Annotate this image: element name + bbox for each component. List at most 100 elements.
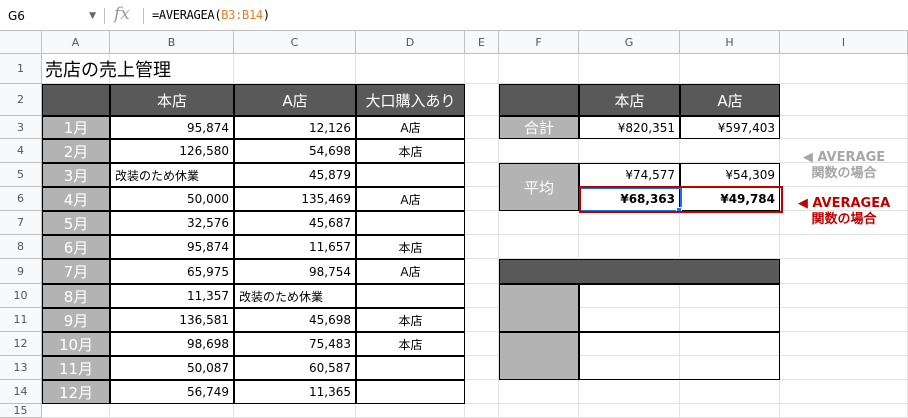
grid-cell[interactable]: [234, 404, 356, 418]
total-a-cell[interactable]: ¥597,403: [680, 116, 780, 139]
grid-cell[interactable]: [579, 380, 680, 404]
column-header-g[interactable]: G: [579, 31, 680, 54]
summary-header[interactable]: 本店: [579, 84, 680, 116]
row-header-11[interactable]: 11: [0, 308, 42, 332]
grid-cell[interactable]: [465, 284, 499, 308]
month-label[interactable]: 10月: [42, 332, 110, 356]
table-cell[interactable]: 11,365: [234, 380, 356, 404]
chevron-down-icon[interactable]: ▼: [89, 5, 96, 27]
month-label[interactable]: 7月: [42, 259, 110, 284]
summary-header[interactable]: A店: [680, 84, 780, 116]
grid-cell[interactable]: [465, 380, 499, 404]
row-header-10[interactable]: 10: [0, 284, 42, 308]
grid-cell[interactable]: [780, 84, 908, 116]
table-cell[interactable]: 本店: [356, 332, 465, 356]
grid-cell[interactable]: [465, 356, 499, 380]
lower-table-cell[interactable]: [579, 332, 780, 380]
grid-cell[interactable]: [465, 187, 499, 211]
grid-cell[interactable]: [579, 54, 680, 84]
table-cell[interactable]: 11,657: [234, 235, 356, 259]
month-label[interactable]: 8月: [42, 284, 110, 308]
table-cell[interactable]: 12,126: [234, 116, 356, 139]
table-cell[interactable]: 改装のため休業: [234, 284, 356, 308]
grid-cell[interactable]: [42, 404, 110, 418]
grid-cell[interactable]: [110, 404, 234, 418]
grid-cell[interactable]: [780, 116, 908, 139]
grid-cell[interactable]: [780, 308, 908, 332]
table-cell[interactable]: 本店: [356, 308, 465, 332]
column-header-a[interactable]: A: [42, 31, 110, 54]
month-label[interactable]: 6月: [42, 235, 110, 259]
formula-input[interactable]: =AVERAGEA(B3:B14): [152, 8, 270, 22]
grid-cell[interactable]: [780, 284, 908, 308]
month-label[interactable]: 11月: [42, 356, 110, 380]
table-cell[interactable]: 50,000: [110, 187, 234, 211]
row-header-3[interactable]: 3: [0, 116, 42, 139]
table-header-corner[interactable]: [42, 84, 110, 116]
grid-cell[interactable]: [680, 139, 780, 163]
average-main-cell[interactable]: ¥74,577: [579, 163, 680, 187]
grid-cell[interactable]: [680, 235, 780, 259]
table-cell[interactable]: [356, 356, 465, 380]
table-cell[interactable]: 45,687: [234, 211, 356, 235]
row-header-2[interactable]: 2: [0, 84, 42, 116]
grid-cell[interactable]: [680, 380, 780, 404]
month-label[interactable]: 1月: [42, 116, 110, 139]
grid-cell[interactable]: [780, 404, 908, 418]
grid-cell[interactable]: [356, 54, 465, 84]
lower-table-label[interactable]: [499, 284, 579, 332]
table-cell[interactable]: 56,749: [110, 380, 234, 404]
table-cell[interactable]: 136,581: [110, 308, 234, 332]
row-header-13[interactable]: 13: [0, 356, 42, 380]
column-header-d[interactable]: D: [356, 31, 465, 54]
column-header-c[interactable]: C: [234, 31, 356, 54]
table-cell[interactable]: 95,874: [110, 235, 234, 259]
table-cell[interactable]: 98,754: [234, 259, 356, 284]
month-label[interactable]: 12月: [42, 380, 110, 404]
table-cell[interactable]: A店: [356, 259, 465, 284]
average-a-cell[interactable]: ¥54,309: [680, 163, 780, 187]
row-header-7[interactable]: 7: [0, 211, 42, 235]
row-header-6[interactable]: 6: [0, 187, 42, 211]
row-header-9[interactable]: 9: [0, 259, 42, 284]
row-header-4[interactable]: 4: [0, 139, 42, 163]
table-header[interactable]: 大口購入あり: [356, 84, 465, 116]
month-label[interactable]: 2月: [42, 139, 110, 163]
grid-cell[interactable]: [465, 332, 499, 356]
grid-cell[interactable]: [465, 211, 499, 235]
table-cell[interactable]: 135,469: [234, 187, 356, 211]
sheet-title[interactable]: 売店の売上管理: [42, 54, 234, 84]
grid-cell[interactable]: [356, 404, 465, 418]
grid-cell[interactable]: [780, 54, 908, 84]
table-cell[interactable]: 本店: [356, 139, 465, 163]
grid-cell[interactable]: [499, 211, 579, 235]
month-label[interactable]: 3月: [42, 163, 110, 187]
lower-table-label[interactable]: [499, 332, 579, 380]
table-cell[interactable]: 98,698: [110, 332, 234, 356]
select-all-corner[interactable]: [0, 31, 42, 54]
grid-cell[interactable]: [780, 235, 908, 259]
grid-cell[interactable]: [680, 54, 780, 84]
table-cell[interactable]: [356, 380, 465, 404]
row-header-8[interactable]: 8: [0, 235, 42, 259]
grid-cell[interactable]: [499, 404, 579, 418]
grid-cell[interactable]: [499, 235, 579, 259]
table-cell[interactable]: 65,975: [110, 259, 234, 284]
table-cell[interactable]: 本店: [356, 235, 465, 259]
grid-cell[interactable]: [499, 139, 579, 163]
month-label[interactable]: 5月: [42, 211, 110, 235]
grid-cell[interactable]: [579, 211, 680, 235]
lower-table-cell[interactable]: [579, 284, 780, 332]
average-label[interactable]: 平均: [499, 163, 579, 211]
grid-cell[interactable]: [579, 139, 680, 163]
grid-cell[interactable]: [680, 404, 780, 418]
table-cell[interactable]: 54,698: [234, 139, 356, 163]
grid-cell[interactable]: [465, 116, 499, 139]
grid-cell[interactable]: [680, 211, 780, 235]
table-cell[interactable]: 45,698: [234, 308, 356, 332]
table-cell[interactable]: 改装のため休業: [110, 163, 234, 187]
row-header-12[interactable]: 12: [0, 332, 42, 356]
grid-cell[interactable]: [465, 163, 499, 187]
table-cell[interactable]: 32,576: [110, 211, 234, 235]
table-cell[interactable]: 60,587: [234, 356, 356, 380]
